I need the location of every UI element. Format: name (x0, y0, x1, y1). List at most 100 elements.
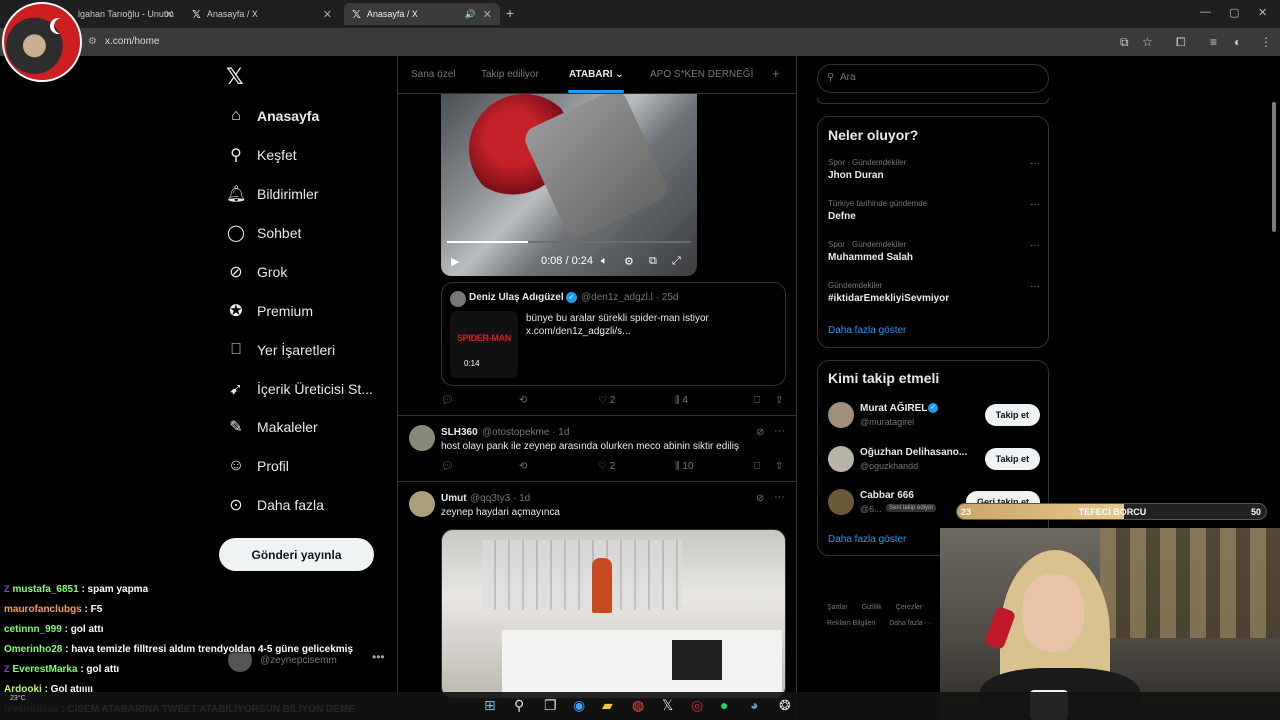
reply-icon[interactable]: 💬︎ (441, 395, 454, 406)
play-icon[interactable]: ▶ (451, 255, 459, 268)
reply-icon[interactable]: 💬︎ (441, 461, 454, 472)
share-icon[interactable]: ⇪ (775, 395, 783, 406)
views-button[interactable]: ⫼ 10 (675, 461, 694, 472)
close-tab-icon[interactable]: ✕ (483, 8, 492, 21)
more-icon[interactable]: ··· (1030, 199, 1040, 210)
nav-chat[interactable]: ◯ Sohbet (226, 220, 301, 246)
media-icon[interactable]: ≡ (1210, 35, 1217, 49)
post-umut[interactable]: Umut @qq3ty3 · 1d ⊘ ··· zeynep haydari a… (398, 491, 796, 531)
weather-widget[interactable]: 23°C (10, 695, 26, 702)
post-author-name[interactable]: SLH360 (441, 427, 478, 438)
nav-premium[interactable]: ✪ Premium (226, 298, 313, 324)
url-field[interactable]: x.com/home (105, 36, 159, 47)
bookmark-icon[interactable]: ⎕ (754, 461, 760, 472)
more-icon[interactable]: ··· (774, 425, 785, 437)
extensions-icon[interactable]: ⧠ (1176, 35, 1186, 50)
footer-link-terms[interactable]: Şartlar (827, 604, 848, 611)
close-tab-icon[interactable]: ✕ (165, 8, 174, 21)
follow-button[interactable]: Takip et (984, 448, 1040, 470)
follow-name[interactable]: Murat AĞIREL (860, 403, 927, 414)
share-icon[interactable]: ⇪ (775, 461, 783, 472)
post-author-name[interactable]: Umut (441, 493, 467, 504)
settings-icon[interactable]: ⚙ (624, 255, 634, 268)
quote-video-thumbnail[interactable]: SPIDER-MAN 0:14 (450, 311, 518, 378)
browser-tab-1[interactable]: lgahan Tarıoğlu - Unutm ✕ (70, 3, 182, 25)
more-icon[interactable]: ··· (1030, 281, 1040, 292)
follow-suggestion[interactable]: Murat AĞIREL ✓ @muratagirel Takip et (828, 400, 1040, 430)
nav-grok[interactable]: ⊘ Grok (226, 259, 287, 285)
quoted-post[interactable]: Deniz Ulaş Adıgüzel ✓ @den1z_adgzl.l · 2… (441, 282, 786, 386)
follow-name[interactable]: Oğuzhan Delihasano... (860, 447, 967, 458)
nav-explore[interactable]: ⚲ Keşfet (226, 142, 297, 168)
nav-articles[interactable]: ✎ Makaleler (226, 414, 317, 440)
new-tab-button[interactable]: + (506, 5, 514, 21)
nav-more[interactable]: ⊙ Daha fazla (226, 492, 324, 518)
trend-item[interactable]: Spor · Gündemdekiler Jhon Duran ··· (828, 158, 1040, 181)
more-icon[interactable]: ··· (1030, 158, 1040, 169)
app-icon[interactable]: ❂ (779, 697, 791, 714)
menu-icon[interactable]: ⋮ (1260, 35, 1272, 49)
follow-suggestion[interactable]: Oğuzhan Delihasano... @oguzkhandd Takip … (828, 444, 1040, 474)
avatar[interactable] (828, 446, 854, 472)
x-logo-icon[interactable]: 𝕏 (226, 64, 244, 90)
follow-show-more-link[interactable]: Daha fazla göster (828, 534, 906, 545)
like-button[interactable]: ♡ 2 (598, 395, 615, 406)
nav-creator-studio[interactable]: ➹ İçerik Üreticisi St... (226, 376, 373, 402)
speaker-icon[interactable]: 🔊 (465, 9, 476, 20)
video-progress-bar[interactable] (447, 241, 691, 243)
trend-item[interactable]: Türkiye tarihinde gündemde Defne ··· (828, 199, 1040, 222)
grok-icon[interactable]: ⊘ (756, 493, 764, 504)
site-info-icon[interactable]: ⚙ (88, 36, 97, 47)
views-button[interactable]: ⫼ 4 (675, 395, 688, 406)
opera-icon[interactable]: ◎ (691, 697, 703, 714)
grok-icon[interactable]: ⊘ (756, 427, 764, 438)
fullscreen-icon[interactable]: ⤢ (672, 255, 681, 268)
close-tab-icon[interactable]: ✕ (323, 8, 332, 21)
cast-icon[interactable]: ⧉ (1120, 35, 1129, 50)
follow-name[interactable]: Cabbar 666 (860, 490, 914, 501)
maximize-button[interactable]: ▢ (1229, 6, 1239, 19)
search-icon[interactable]: ⚲ (514, 697, 524, 714)
post-image[interactable] (441, 529, 786, 699)
timeline[interactable]: Sana özel Takip ediliyor ATABARI ⌄ APO S… (397, 56, 797, 720)
search-input[interactable] (840, 72, 1040, 83)
more-icon[interactable]: ··· (774, 491, 785, 503)
more-icon[interactable]: ··· (1030, 240, 1040, 251)
star-icon[interactable]: ☆ (1142, 35, 1153, 49)
search-box[interactable]: ⚲ (817, 64, 1049, 93)
footer-link-more[interactable]: Daha fazla ··· (889, 620, 931, 627)
repost-icon[interactable]: ⟲ (519, 395, 527, 406)
profile-icon[interactable]: ◐ (1234, 35, 1241, 49)
nav-profile[interactable]: ☺ Profil (226, 453, 289, 479)
spotify-icon[interactable]: ● (720, 697, 728, 713)
follow-button[interactable]: Takip et (984, 404, 1040, 426)
repost-icon[interactable]: ⟲ (519, 461, 527, 472)
tab-apo-dernegi[interactable]: APO S*KEN DERNEĞİ (650, 69, 753, 80)
bookmark-icon[interactable]: ⎕ (754, 395, 760, 406)
nav-notifications[interactable]: 🔔︎ Bildirimler (226, 181, 318, 207)
tab-following[interactable]: Takip ediliyor (481, 69, 539, 80)
task-view-icon[interactable]: ❐ (544, 697, 557, 714)
x-app-icon[interactable]: 𝕏 (662, 697, 673, 714)
discord-icon[interactable]: ◕ (750, 697, 758, 713)
trend-item[interactable]: Spor · Gündemdekiler Muhammed Salah ··· (828, 240, 1040, 263)
start-icon[interactable]: ⊞ (484, 697, 496, 714)
like-button[interactable]: ♡ 2 (598, 461, 615, 472)
chrome-icon[interactable]: ◍ (632, 697, 644, 714)
pip-icon[interactable]: ⧉ (649, 255, 657, 268)
browser-tab-2[interactable]: 𝕏 Anasayfa / X ✕ (184, 3, 340, 25)
edge-icon[interactable]: ◉ (573, 697, 585, 714)
avatar[interactable] (409, 425, 435, 451)
add-tab-button[interactable]: + (772, 66, 780, 81)
footer-link-privacy[interactable]: Gizlilik (862, 604, 882, 611)
avatar[interactable] (828, 402, 854, 428)
footer-link-ads-info[interactable]: Reklam Bilgileri (827, 620, 875, 627)
nav-home[interactable]: ⌂ Anasayfa (226, 103, 319, 129)
avatar[interactable] (828, 489, 854, 515)
close-window-button[interactable]: ✕ (1258, 6, 1267, 19)
folder-icon[interactable]: ▰ (602, 697, 613, 714)
avatar[interactable] (409, 491, 435, 517)
nav-bookmarks[interactable]: ⎕ Yer İşaretleri (226, 337, 335, 363)
account-more-icon[interactable]: ••• (372, 650, 385, 664)
minimize-button[interactable]: — (1200, 6, 1211, 18)
